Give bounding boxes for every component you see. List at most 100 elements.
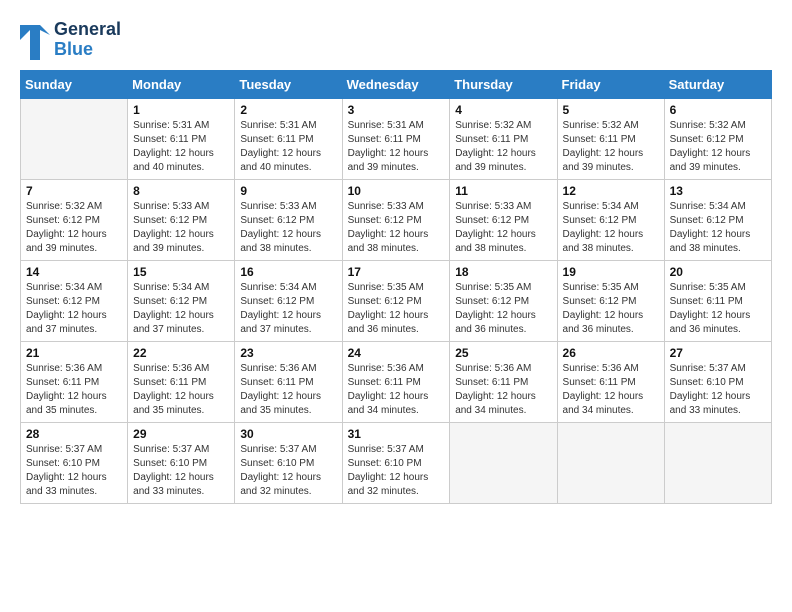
day-number: 8 (133, 184, 229, 198)
day-info: Sunrise: 5:36 AMSunset: 6:11 PMDaylight:… (26, 362, 122, 418)
calendar-cell: 5 Sunrise: 5:32 AMSunset: 6:11 PMDaylight… (557, 99, 664, 180)
calendar-cell: 4 Sunrise: 5:32 AMSunset: 6:11 PMDaylight… (450, 99, 557, 180)
calendar-cell: 27 Sunrise: 5:37 AMSunset: 6:10 PMDayligh… (664, 342, 771, 423)
calendar-cell (557, 423, 664, 504)
day-number: 31 (348, 427, 445, 441)
day-info: Sunrise: 5:32 AMSunset: 6:11 PMDaylight:… (563, 119, 659, 175)
day-info: Sunrise: 5:31 AMSunset: 6:11 PMDaylight:… (240, 119, 336, 175)
calendar-week-5: 28 Sunrise: 5:37 AMSunset: 6:10 PMDayligh… (21, 423, 772, 504)
header-saturday: Saturday (664, 71, 771, 99)
day-info: Sunrise: 5:37 AMSunset: 6:10 PMDaylight:… (348, 443, 445, 499)
day-info: Sunrise: 5:34 AMSunset: 6:12 PMDaylight:… (133, 281, 229, 337)
day-number: 2 (240, 103, 336, 117)
day-number: 20 (670, 265, 766, 279)
calendar-cell (664, 423, 771, 504)
day-number: 9 (240, 184, 336, 198)
day-info: Sunrise: 5:37 AMSunset: 6:10 PMDaylight:… (26, 443, 122, 499)
day-number: 7 (26, 184, 122, 198)
day-info: Sunrise: 5:36 AMSunset: 6:11 PMDaylight:… (563, 362, 659, 418)
logo-text: GeneralBlue (54, 20, 121, 60)
day-number: 24 (348, 346, 445, 360)
calendar-cell: 14 Sunrise: 5:34 AMSunset: 6:12 PMDayligh… (21, 261, 128, 342)
day-info: Sunrise: 5:33 AMSunset: 6:12 PMDaylight:… (240, 200, 336, 256)
calendar-week-2: 7 Sunrise: 5:32 AMSunset: 6:12 PMDaylight… (21, 180, 772, 261)
day-info: Sunrise: 5:36 AMSunset: 6:11 PMDaylight:… (133, 362, 229, 418)
calendar-cell: 24Sunrise: 5:36 AMSunset: 6:11 PMDayligh… (342, 342, 450, 423)
day-info: Sunrise: 5:33 AMSunset: 6:12 PMDaylight:… (348, 200, 445, 256)
calendar-cell: 15 Sunrise: 5:34 AMSunset: 6:12 PMDayligh… (128, 261, 235, 342)
calendar-cell: 17Sunrise: 5:35 AMSunset: 6:12 PMDayligh… (342, 261, 450, 342)
day-number: 13 (670, 184, 766, 198)
header-wednesday: Wednesday (342, 71, 450, 99)
logo-graphic (20, 20, 50, 60)
day-number: 30 (240, 427, 336, 441)
calendar-cell: 12Sunrise: 5:34 AMSunset: 6:12 PMDayligh… (557, 180, 664, 261)
calendar-cell: 29Sunrise: 5:37 AMSunset: 6:10 PMDayligh… (128, 423, 235, 504)
calendar-cell (450, 423, 557, 504)
day-number: 26 (563, 346, 659, 360)
day-number: 11 (455, 184, 551, 198)
calendar-cell: 22 Sunrise: 5:36 AMSunset: 6:11 PMDayligh… (128, 342, 235, 423)
calendar-cell: 2 Sunrise: 5:31 AMSunset: 6:11 PMDaylight… (235, 99, 342, 180)
calendar-cell: 26 Sunrise: 5:36 AMSunset: 6:11 PMDayligh… (557, 342, 664, 423)
calendar-cell: 16 Sunrise: 5:34 AMSunset: 6:12 PMDayligh… (235, 261, 342, 342)
day-number: 19 (563, 265, 659, 279)
calendar-cell: 1 Sunrise: 5:31 AMSunset: 6:11 PMDaylight… (128, 99, 235, 180)
calendar-cell: 8 Sunrise: 5:33 AMSunset: 6:12 PMDaylight… (128, 180, 235, 261)
day-info: Sunrise: 5:36 AMSunset: 6:11 PMDaylight:… (240, 362, 336, 418)
day-number: 22 (133, 346, 229, 360)
day-info: Sunrise: 5:34 AMSunset: 6:12 PMDaylight:… (240, 281, 336, 337)
day-info: Sunrise: 5:34 AMSunset: 6:12 PMDaylight:… (563, 200, 659, 256)
day-number: 3 (348, 103, 445, 117)
calendar-header-row: SundayMondayTuesdayWednesdayThursdayFrid… (21, 71, 772, 99)
calendar-cell: 28 Sunrise: 5:37 AMSunset: 6:10 PMDayligh… (21, 423, 128, 504)
day-number: 23 (240, 346, 336, 360)
day-info: Sunrise: 5:32 AMSunset: 6:12 PMDaylight:… (26, 200, 122, 256)
day-number: 27 (670, 346, 766, 360)
calendar-cell: 20 Sunrise: 5:35 AMSunset: 6:11 PMDayligh… (664, 261, 771, 342)
calendar-cell (21, 99, 128, 180)
day-number: 5 (563, 103, 659, 117)
day-number: 28 (26, 427, 122, 441)
calendar-cell: 23 Sunrise: 5:36 AMSunset: 6:11 PMDayligh… (235, 342, 342, 423)
day-info: Sunrise: 5:35 AMSunset: 6:12 PMDaylight:… (563, 281, 659, 337)
day-number: 10 (348, 184, 445, 198)
day-info: Sunrise: 5:34 AMSunset: 6:12 PMDaylight:… (26, 281, 122, 337)
header-thursday: Thursday (450, 71, 557, 99)
day-info: Sunrise: 5:37 AMSunset: 6:10 PMDaylight:… (240, 443, 336, 499)
day-info: Sunrise: 5:36 AMSunset: 6:11 PMDaylight:… (455, 362, 551, 418)
logo: GeneralBlue (20, 20, 121, 60)
calendar-cell: 6Sunrise: 5:32 AMSunset: 6:12 PMDaylight… (664, 99, 771, 180)
day-info: Sunrise: 5:33 AMSunset: 6:12 PMDaylight:… (133, 200, 229, 256)
day-info: Sunrise: 5:32 AMSunset: 6:12 PMDaylight:… (670, 119, 766, 175)
day-number: 14 (26, 265, 122, 279)
header: GeneralBlue (20, 20, 772, 60)
calendar-table: SundayMondayTuesdayWednesdayThursdayFrid… (20, 70, 772, 504)
header-friday: Friday (557, 71, 664, 99)
header-monday: Monday (128, 71, 235, 99)
header-tuesday: Tuesday (235, 71, 342, 99)
day-number: 16 (240, 265, 336, 279)
day-number: 21 (26, 346, 122, 360)
day-number: 15 (133, 265, 229, 279)
calendar-cell: 21 Sunrise: 5:36 AMSunset: 6:11 PMDayligh… (21, 342, 128, 423)
calendar-cell: 25 Sunrise: 5:36 AMSunset: 6:11 PMDayligh… (450, 342, 557, 423)
calendar-week-3: 14 Sunrise: 5:34 AMSunset: 6:12 PMDayligh… (21, 261, 772, 342)
calendar-cell: 18Sunrise: 5:35 AMSunset: 6:12 PMDayligh… (450, 261, 557, 342)
calendar-week-4: 21 Sunrise: 5:36 AMSunset: 6:11 PMDayligh… (21, 342, 772, 423)
day-info: Sunrise: 5:31 AMSunset: 6:11 PMDaylight:… (133, 119, 229, 175)
day-info: Sunrise: 5:33 AMSunset: 6:12 PMDaylight:… (455, 200, 551, 256)
calendar-cell: 19 Sunrise: 5:35 AMSunset: 6:12 PMDayligh… (557, 261, 664, 342)
day-info: Sunrise: 5:37 AMSunset: 6:10 PMDaylight:… (670, 362, 766, 418)
day-info: Sunrise: 5:37 AMSunset: 6:10 PMDaylight:… (133, 443, 229, 499)
calendar-cell: 3 Sunrise: 5:31 AMSunset: 6:11 PMDaylight… (342, 99, 450, 180)
day-info: Sunrise: 5:32 AMSunset: 6:11 PMDaylight:… (455, 119, 551, 175)
day-number: 4 (455, 103, 551, 117)
calendar-cell: 9 Sunrise: 5:33 AMSunset: 6:12 PMDaylight… (235, 180, 342, 261)
day-info: Sunrise: 5:35 AMSunset: 6:11 PMDaylight:… (670, 281, 766, 337)
day-number: 17 (348, 265, 445, 279)
day-number: 1 (133, 103, 229, 117)
day-number: 25 (455, 346, 551, 360)
calendar-cell: 11 Sunrise: 5:33 AMSunset: 6:12 PMDayligh… (450, 180, 557, 261)
day-info: Sunrise: 5:31 AMSunset: 6:11 PMDaylight:… (348, 119, 445, 175)
